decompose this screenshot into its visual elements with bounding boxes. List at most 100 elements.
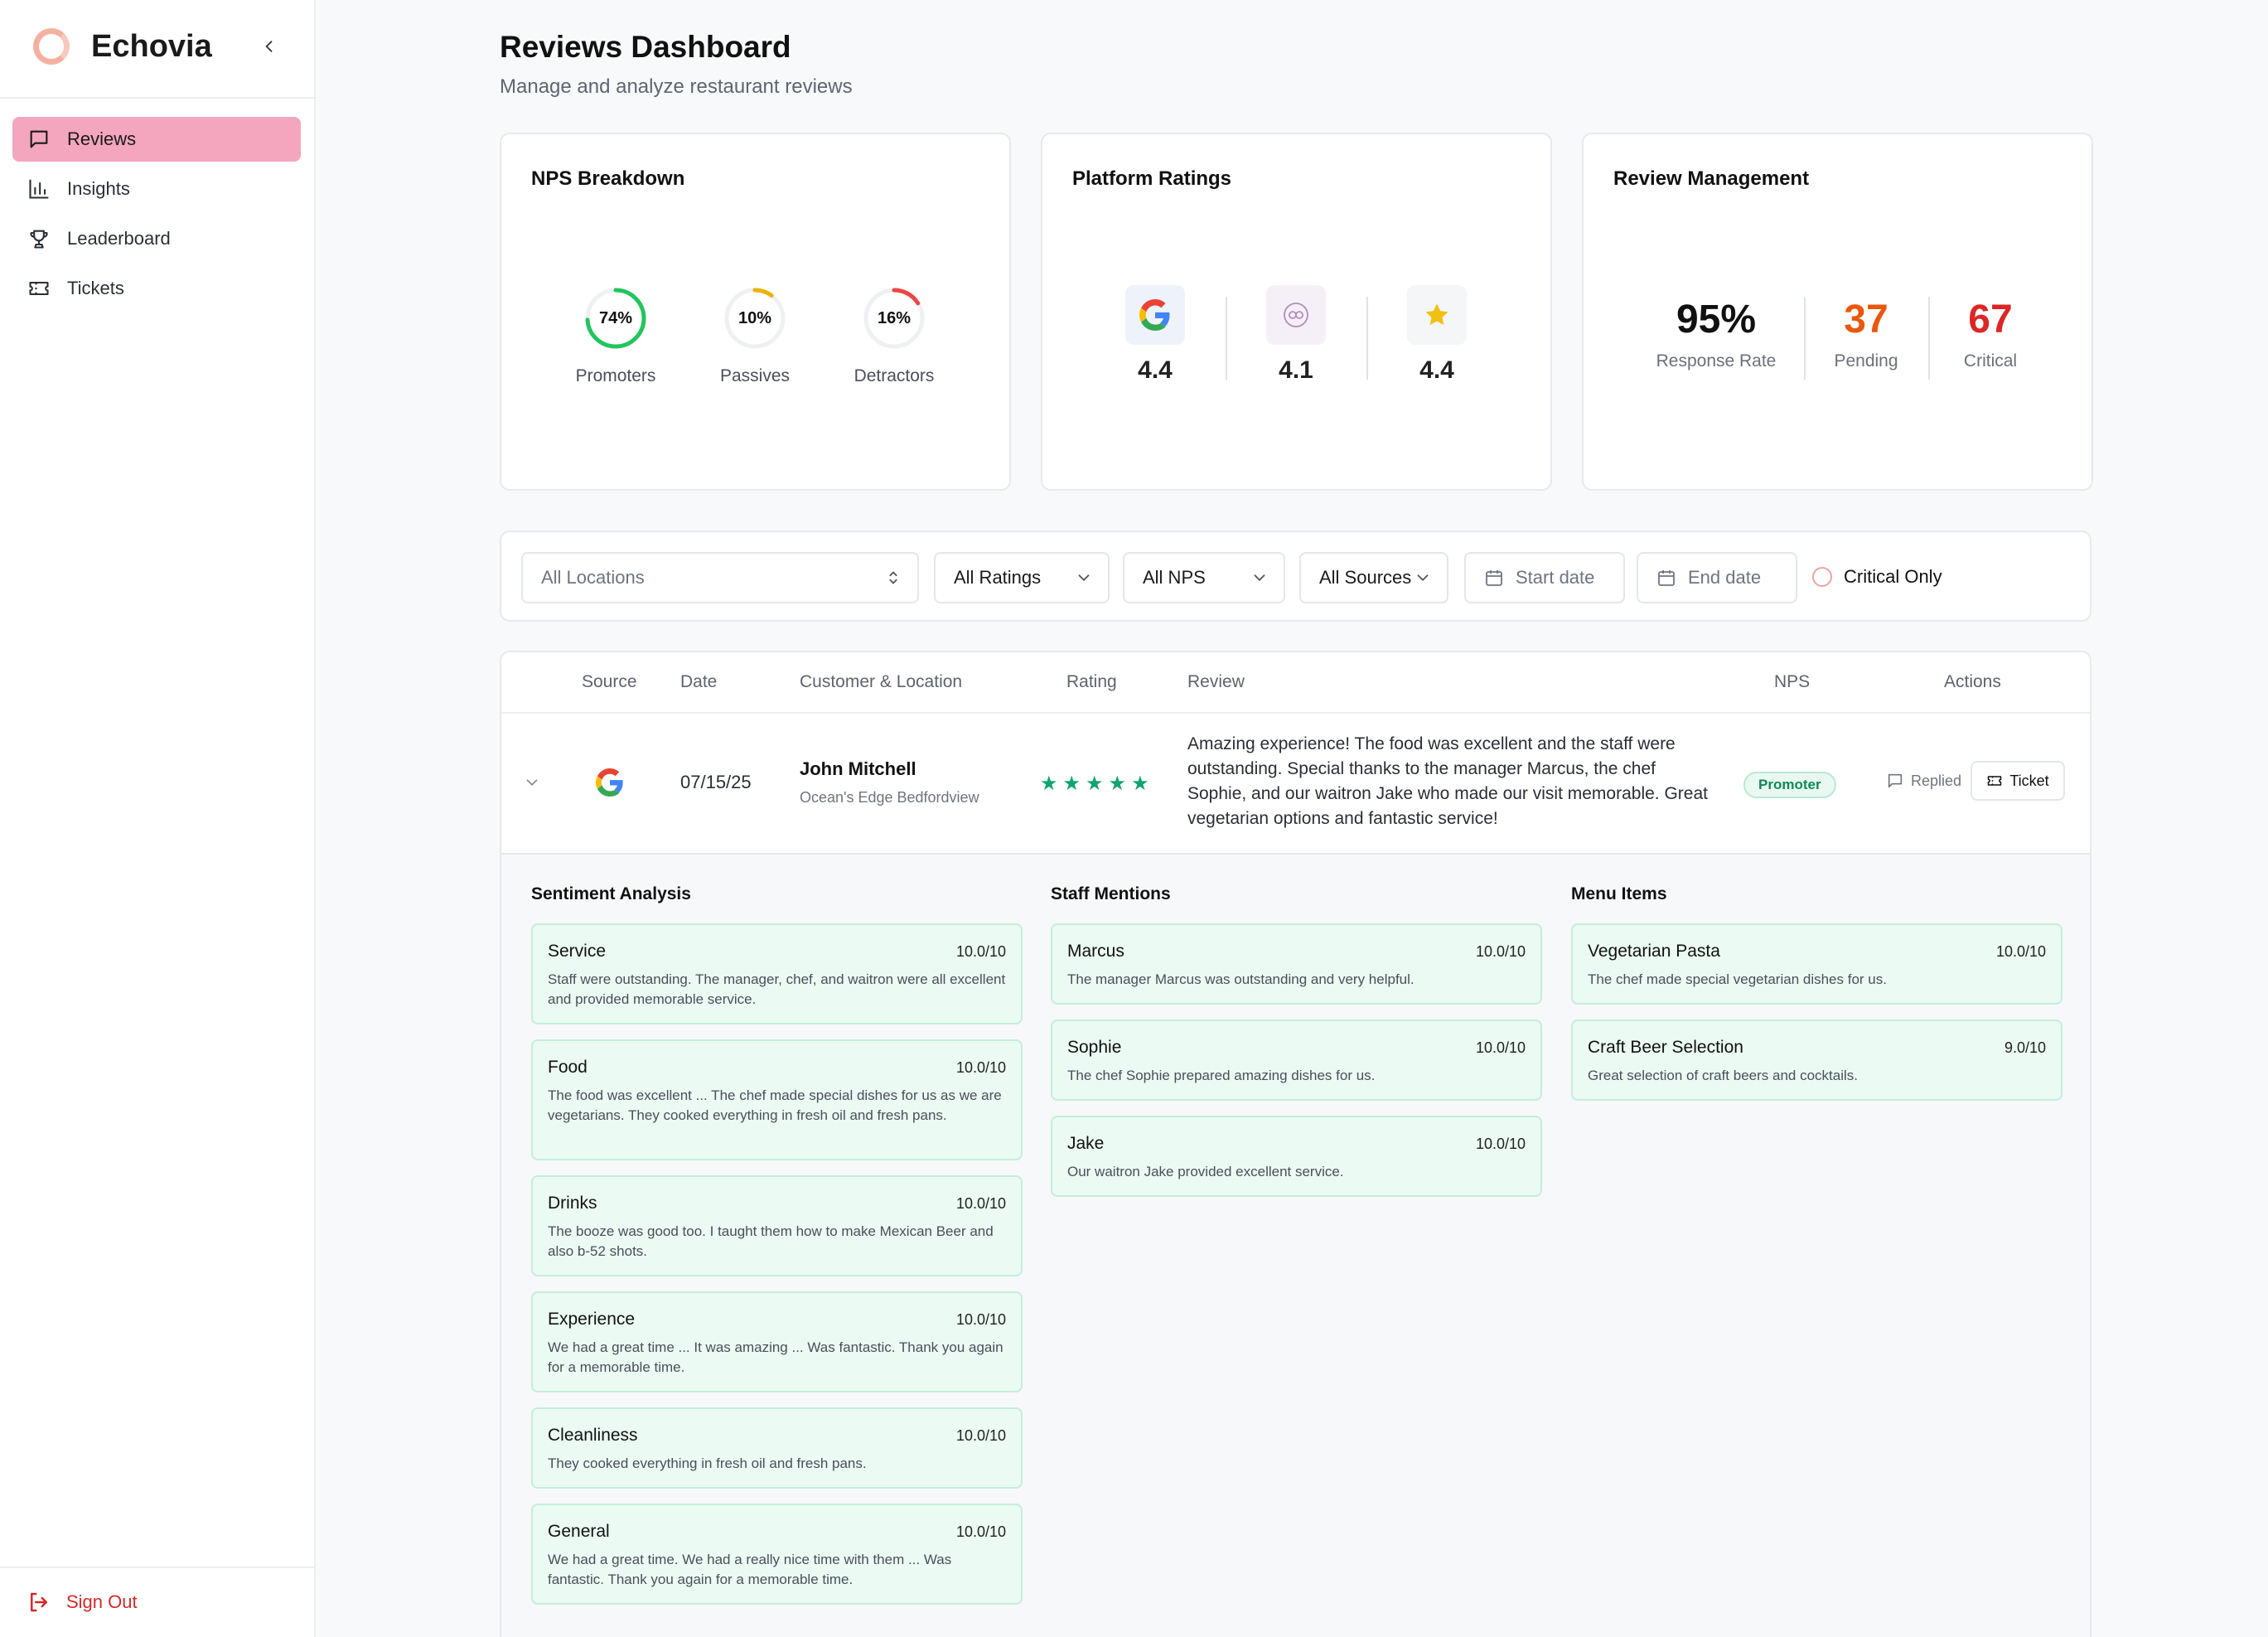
sentiment-text: The booze was good too. I taught them ho… — [548, 1223, 994, 1259]
column-header-actions: Actions — [1944, 672, 2001, 691]
chevron-left-icon — [265, 41, 273, 52]
menu-item-score: 9.0/10 — [2004, 1039, 2046, 1056]
ticket-button[interactable]: Ticket — [1971, 761, 2065, 801]
logo-icon — [33, 28, 70, 65]
sidebar-item-label: Insights — [67, 178, 130, 199]
table-row[interactable]: 07/15/25 John Mitchell Ocean's Edge Bedf… — [501, 714, 2090, 855]
detractors-value: 16% — [877, 309, 912, 327]
sentiment-score: 10.0/10 — [955, 943, 1006, 960]
sign-out-button[interactable]: Sign Out — [27, 1590, 138, 1615]
pending-label: Pending — [1834, 351, 1898, 371]
divider — [1928, 297, 1930, 380]
google-rating: 4.4 — [1138, 356, 1173, 384]
star-icon: ★ — [1086, 772, 1104, 795]
location-select[interactable]: All Locations — [521, 552, 919, 603]
card-title: Platform Ratings — [1072, 167, 1232, 190]
collapse-sidebar-button[interactable] — [257, 31, 282, 61]
sentiment-score: 10.0/10 — [955, 1523, 1006, 1540]
table-header: Source Date Customer & Location Rating R… — [501, 652, 2090, 714]
star-icon — [1407, 285, 1467, 345]
sentiment-score: 10.0/10 — [955, 1195, 1006, 1212]
sidebar-item-label: Leaderboard — [67, 228, 171, 249]
sidebar-nav: Reviews Insights Leaderboard Tickets — [12, 117, 301, 316]
menu-item-text: Great selection of craft beers and cockt… — [1588, 1068, 1858, 1083]
column-header-date: Date — [680, 672, 718, 691]
staff-card-marcus: Marcus 10.0/10 The manager Marcus was ou… — [1051, 923, 1542, 1005]
chevron-down-icon — [1078, 574, 1090, 582]
trophy-icon — [30, 230, 48, 249]
nps-select-value: All NPS — [1143, 567, 1206, 588]
nps-select[interactable]: All NPS — [1123, 552, 1285, 603]
replied-status: Replied — [1886, 772, 1961, 790]
sentiment-name: Cleanliness — [548, 1426, 638, 1445]
review-management-card: Review Management 95% Response Rate 37 P… — [1582, 133, 2093, 491]
platform-ratings-card: Platform Ratings 4.4 4.1 4.4 — [1041, 133, 1552, 491]
sentiment-text: Staff were outstanding. The manager, che… — [548, 971, 1006, 1007]
chevron-down-icon — [1417, 574, 1429, 582]
sidebar-item-tickets[interactable]: Tickets — [12, 266, 301, 311]
message-square-icon — [30, 130, 48, 148]
start-date-picker[interactable]: Start date — [1464, 552, 1625, 603]
sidebar-item-leaderboard[interactable]: Leaderboard — [12, 216, 301, 261]
divider — [1366, 297, 1368, 380]
nps-badge: Promoter — [1743, 772, 1836, 798]
sentiment-score: 10.0/10 — [955, 1427, 1006, 1444]
column-header-source: Source — [582, 672, 637, 691]
menu-items-title: Menu Items — [1571, 884, 1667, 903]
critical-label: Critical — [1963, 351, 2018, 371]
sentiment-score: 10.0/10 — [955, 1059, 1006, 1076]
sidebar-item-reviews[interactable]: Reviews — [12, 117, 301, 162]
staff-text: The chef Sophie prepared amazing dishes … — [1067, 1068, 1376, 1083]
staff-name: Marcus — [1067, 942, 1124, 961]
star-rating: 4.4 — [1419, 356, 1454, 384]
response-rate-label: Response Rate — [1656, 351, 1777, 371]
promoters-label: Promoters — [575, 366, 656, 385]
reviews-table: Source Date Customer & Location Rating R… — [500, 651, 2091, 1637]
sentiment-text: They cooked everything in fresh oil and … — [548, 1455, 867, 1471]
sentiment-name: Drinks — [548, 1194, 597, 1213]
critical-value: 67 — [1968, 298, 2013, 341]
menu-card-vegetarian-pasta: Vegetarian Pasta 10.0/10 The chef made s… — [1571, 923, 2062, 1005]
sidebar-item-insights[interactable]: Insights — [12, 167, 301, 211]
staff-text: The manager Marcus was outstanding and v… — [1067, 971, 1414, 987]
sentiment-name: General — [548, 1522, 610, 1541]
menu-card-craft-beer: Craft Beer Selection 9.0/10 Great select… — [1571, 1019, 2062, 1101]
staff-score: 10.0/10 — [1475, 943, 1526, 960]
sentiment-name: Service — [548, 942, 607, 961]
calendar-icon — [1658, 570, 1675, 586]
passives-label: Passives — [719, 366, 791, 385]
column-header-review: Review — [1187, 672, 1245, 691]
ratings-select[interactable]: All Ratings — [934, 552, 1110, 603]
chevron-down-icon[interactable] — [523, 773, 541, 792]
staff-name: Jake — [1067, 1134, 1105, 1153]
sidebar-item-label: Reviews — [67, 128, 137, 149]
sidebar-divider — [0, 1567, 316, 1568]
sign-out-label: Sign Out — [66, 1591, 138, 1612]
google-icon — [1125, 285, 1185, 345]
end-date-placeholder: End date — [1688, 567, 1762, 588]
staff-text: Our waitron Jake provided excellent serv… — [1067, 1164, 1344, 1179]
ratings-select-value: All Ratings — [954, 567, 1042, 588]
review-date: 07/15/25 — [680, 772, 752, 792]
bar-chart-icon — [29, 179, 49, 199]
critical-only-label: Critical Only — [1844, 566, 1942, 587]
sentiment-name: Food — [548, 1058, 588, 1077]
chevron-down-icon — [1254, 574, 1265, 582]
review-details: Sentiment Analysis Staff Mentions Menu I… — [501, 855, 2090, 1637]
sentiment-text: We had a great time ... It was amazing .… — [548, 1339, 1003, 1375]
critical-only-checkbox[interactable] — [1812, 567, 1832, 587]
critical-only-toggle[interactable]: Critical Only — [1812, 566, 1942, 588]
brand[interactable]: Echovia — [33, 25, 212, 68]
replied-label: Replied — [1911, 772, 1962, 789]
sentiment-card-service: Service 10.0/10 Staff were outstanding. … — [531, 923, 1023, 1024]
app-name: Echovia — [91, 28, 212, 64]
divider — [1804, 297, 1806, 380]
sources-select[interactable]: All Sources — [1299, 552, 1448, 603]
sentiment-card-general: General 10.0/10 We had a great time. We … — [531, 1504, 1023, 1605]
card-title: NPS Breakdown — [531, 167, 685, 190]
google-icon — [596, 768, 623, 797]
end-date-picker[interactable]: End date — [1637, 552, 1797, 603]
staff-mentions-title: Staff Mentions — [1051, 884, 1171, 903]
sentiment-card-cleanliness: Cleanliness 10.0/10 They cooked everythi… — [531, 1407, 1023, 1489]
column-header-customer: Customer & Location — [800, 672, 963, 691]
